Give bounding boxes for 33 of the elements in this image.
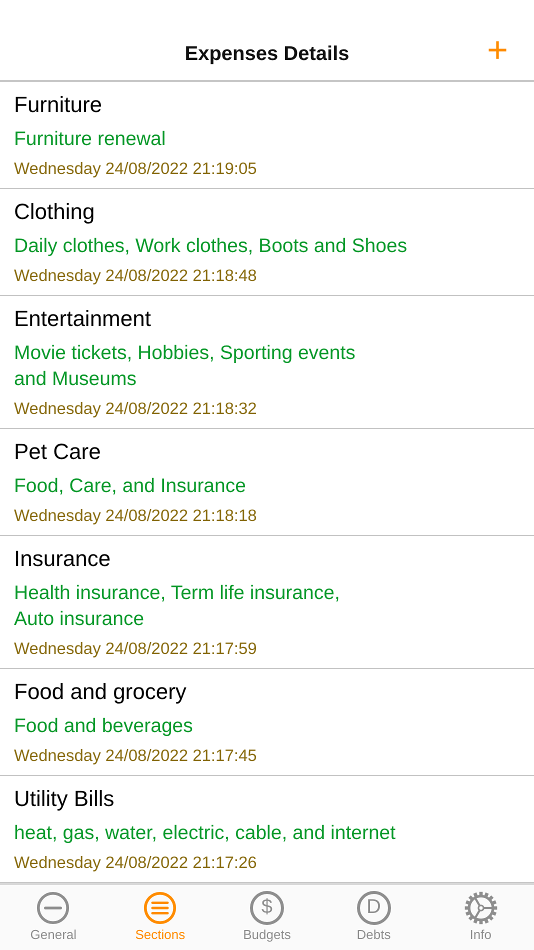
list-circle-icon	[143, 890, 178, 924]
expense-name: Food and grocery	[14, 678, 186, 706]
expense-name: Pet Care	[14, 438, 101, 466]
expense-row[interactable]: Pet Care Food, Care, and Insurance Wednesday 24/08/2022 21:18:18	[0, 428, 534, 536]
expense-name: Utility Bills	[14, 784, 114, 812]
expense-description: Movie tickets, Hobbies, Sporting events and Museums	[14, 340, 356, 392]
expense-description: heat, gas, water, electric, cable, and internet	[14, 820, 396, 846]
expense-description: Furniture renewal	[14, 126, 166, 152]
expense-row[interactable]: Clothing Daily clothes, Work clothes, Boots and Shoes Wednesday 24/08/2022 21:18:48	[0, 188, 534, 296]
minus-circle-icon	[36, 890, 70, 924]
screen-title: Expenses Details	[184, 42, 350, 66]
expense-date: Wednesday 24/08/2022 21:17:45	[14, 746, 257, 766]
expense-date: Wednesday 24/08/2022 21:18:32	[14, 398, 257, 420]
expense-date: Wednesday 24/08/2022 21:18:48	[14, 266, 257, 286]
expense-name: Clothing	[14, 198, 95, 226]
expense-description: Daily clothes, Work clothes, Boots and Shoes	[14, 234, 408, 258]
expense-row[interactable]: Furniture Furniture renewal Wednesday 24/08/2022 21:19:05	[0, 82, 534, 188]
expense-date: Wednesday 24/08/2022 21:17:59	[14, 638, 257, 660]
expense-row[interactable]: Insurance Health insurance, Term life insurance, Auto insurance Wednesday 24/08/2022 21:17:59	[0, 536, 534, 668]
symbol-circle-icon: D	[356, 890, 391, 924]
expense-row[interactable]: Food and grocery Food and beverages Wednesday 24/08/2022 21:17:45	[0, 668, 534, 776]
expense-description: Food, Care, and Insurance	[14, 474, 246, 498]
expense-name: Entertainment	[14, 304, 151, 332]
expense-date: Wednesday 24/08/2022 21:18:18	[14, 506, 257, 526]
expense-row[interactable]: Entertainment Movie tickets, Hobbies, Sporting events and Museums Wednesday 24/08/2022 21:18:32	[0, 296, 534, 428]
expense-description: Food and beverages	[14, 714, 193, 738]
expense-date: Wednesday 24/08/2022 21:17:26	[14, 852, 257, 874]
expense-description: Health insurance, Term life insurance, Auto insurance	[14, 580, 340, 632]
settings-icon	[464, 890, 498, 924]
expense-name: Furniture	[14, 90, 102, 118]
expense-name: Insurance	[14, 544, 111, 572]
symbol-circle-icon: $	[250, 890, 284, 924]
expense-date: Wednesday 24/08/2022 21:19:05	[14, 158, 257, 180]
